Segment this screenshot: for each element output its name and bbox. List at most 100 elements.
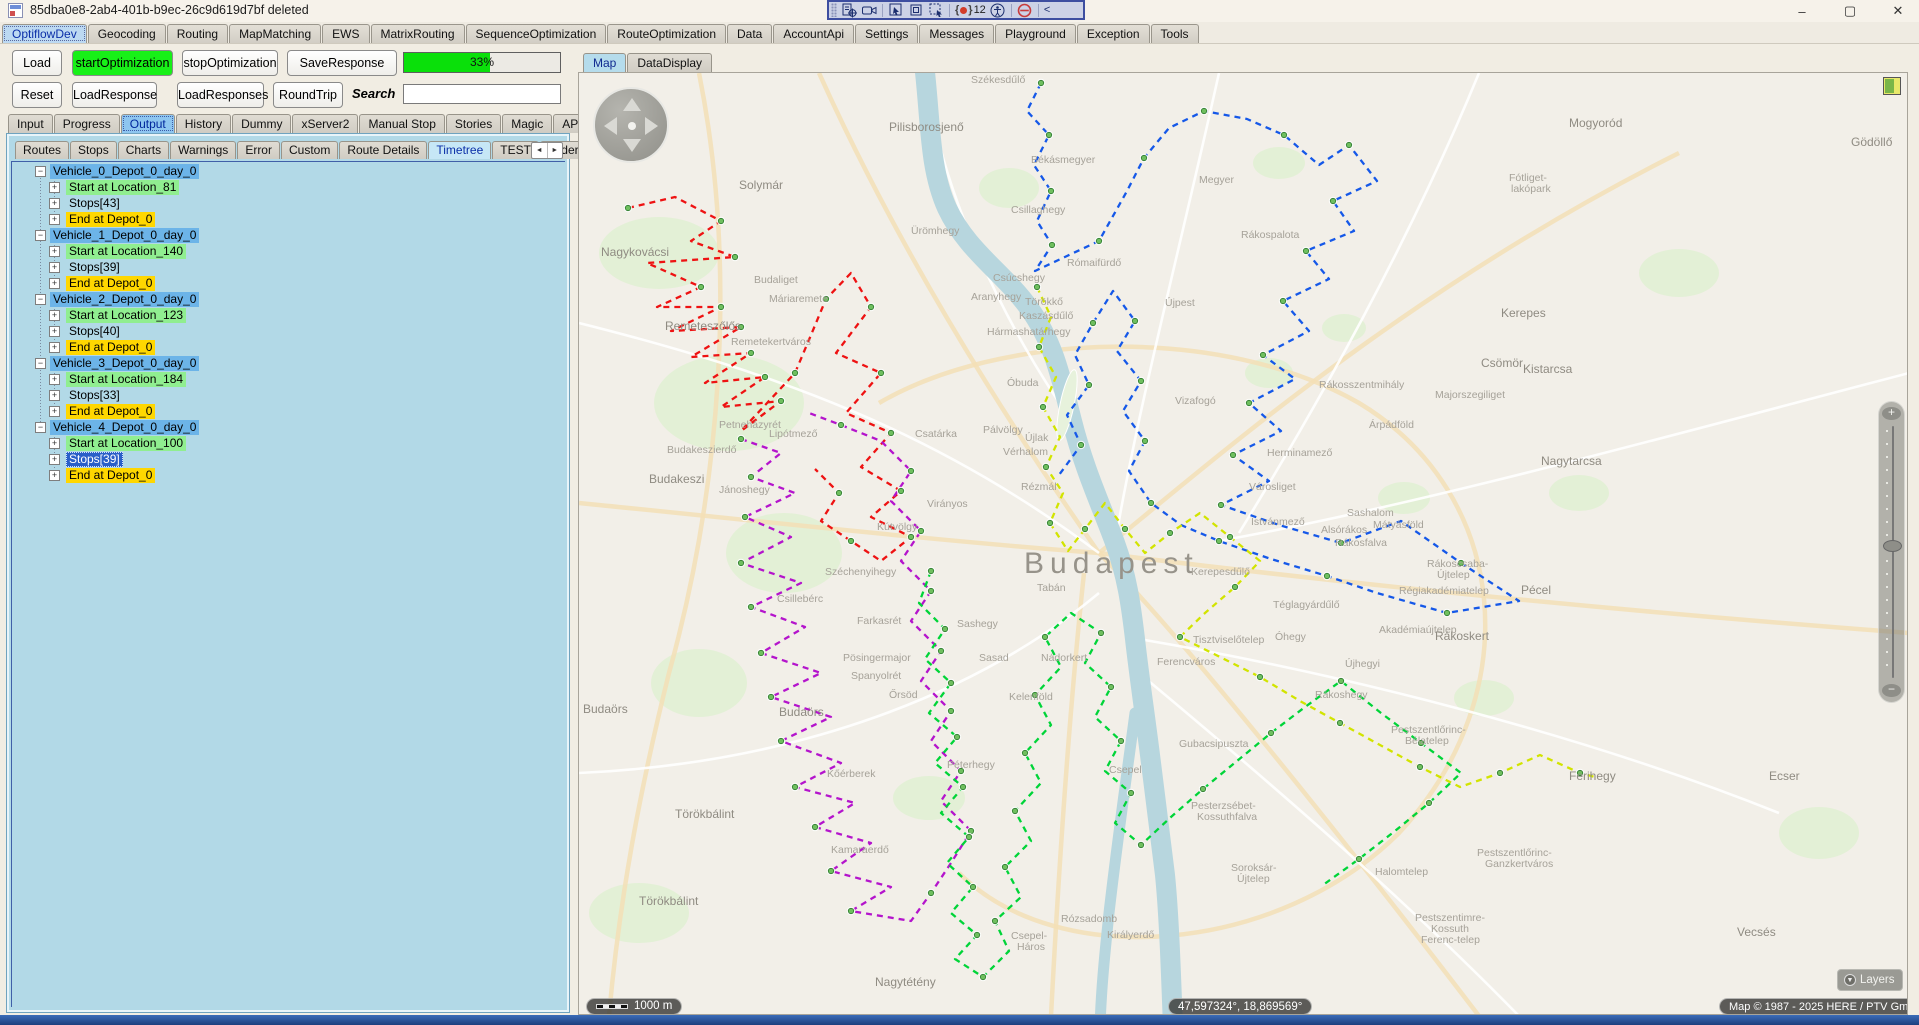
tab-scroll-right-button[interactable]: ► xyxy=(548,143,563,158)
pan-center-dot[interactable] xyxy=(628,122,636,130)
menu-tab-accountapi[interactable]: AccountApi xyxy=(773,24,855,43)
subtab-stops[interactable]: Stops xyxy=(70,141,117,159)
tree-node-start-at-location-184[interactable]: Start at Location_184 xyxy=(66,372,187,387)
load-responses-button[interactable]: LoadResponses xyxy=(177,82,268,108)
save-response-button[interactable]: SaveResponse xyxy=(287,50,397,76)
menu-tab-tools[interactable]: Tools xyxy=(1150,24,1199,43)
map-pan-control[interactable] xyxy=(593,87,669,163)
tree-expand-icon[interactable]: + xyxy=(49,342,60,353)
tree-expand-icon[interactable]: + xyxy=(49,278,60,289)
menu-tab-geocoding[interactable]: Geocoding xyxy=(87,24,166,43)
menu-tab-data[interactable]: Data xyxy=(727,24,773,43)
tree-collapse-icon[interactable]: − xyxy=(35,166,46,177)
menu-tab-routing[interactable]: Routing xyxy=(166,24,229,43)
map-tab-map[interactable]: Map xyxy=(583,53,627,72)
subtab-custom[interactable]: Custom xyxy=(280,141,339,159)
zoom-thumb[interactable] xyxy=(1883,540,1902,552)
tree-collapse-icon[interactable]: − xyxy=(35,294,46,305)
tree-expand-icon[interactable]: + xyxy=(49,406,60,417)
element-inspector-icon[interactable] xyxy=(841,3,857,18)
pan-up-arrow-icon[interactable] xyxy=(623,98,641,111)
menu-tab-playground[interactable]: Playground xyxy=(995,24,1076,43)
tree-node-end-at-depot-0[interactable]: End at Depot_0 xyxy=(66,468,156,483)
menu-tab-exception[interactable]: Exception xyxy=(1076,24,1150,43)
load-button[interactable]: Load xyxy=(12,50,62,76)
tree-collapse-icon[interactable]: − xyxy=(35,230,46,241)
select-element-icon[interactable] xyxy=(888,3,904,18)
tree-node-end-at-depot-0[interactable]: End at Depot_0 xyxy=(66,340,156,355)
maximize-button[interactable]: ▢ xyxy=(1839,3,1861,19)
menu-tab-matrixrouting[interactable]: MatrixRouting xyxy=(370,24,465,43)
map-view[interactable]: Budapest Székesdűlő Pilisborosjenő Mogyoród… xyxy=(578,72,1908,1015)
subtab-route-details[interactable]: Route Details xyxy=(339,141,428,159)
tree-expand-icon[interactable]: + xyxy=(49,262,60,273)
tab-magic[interactable]: Magic xyxy=(502,114,553,133)
tree-node-vehicle-0-depot-0-day-0[interactable]: Vehicle_0_Depot_0_day_0 xyxy=(50,164,200,179)
map-tab-datadisplay[interactable]: DataDisplay xyxy=(627,53,713,72)
tree-expand-icon[interactable]: + xyxy=(49,326,60,337)
stop-optimization-button[interactable]: stopOptimization xyxy=(182,50,278,76)
tree-node-vehicle-4-depot-0-day-0[interactable]: Vehicle_4_Depot_0_day_0 xyxy=(50,420,200,435)
minimize-button[interactable]: – xyxy=(1791,4,1813,19)
pan-left-arrow-icon[interactable] xyxy=(604,117,617,135)
tab-progress[interactable]: Progress xyxy=(53,114,120,133)
menu-tab-mapmatching[interactable]: MapMatching xyxy=(229,24,322,43)
tree-node-start-at-location-100[interactable]: Start at Location_100 xyxy=(66,436,187,451)
round-trip-button[interactable]: RoundTrip xyxy=(273,82,343,108)
tree-expand-icon[interactable]: + xyxy=(49,182,60,193)
tab-xserver2[interactable]: xServer2 xyxy=(292,114,359,133)
tree-expand-icon[interactable]: + xyxy=(49,310,60,321)
tree-node-vehicle-1-depot-0-day-0[interactable]: Vehicle_1_Depot_0_day_0 xyxy=(50,228,200,243)
tree-collapse-icon[interactable]: − xyxy=(35,358,46,369)
tree-node-start-at-location-81[interactable]: Start at Location_81 xyxy=(66,180,180,195)
map-zoom-slider[interactable]: + − xyxy=(1878,401,1905,703)
hot-reload-counter[interactable]: {} 12 xyxy=(955,4,986,16)
subtab-error[interactable]: Error xyxy=(237,141,280,159)
select-region-icon[interactable] xyxy=(928,3,944,18)
tree-expand-icon[interactable]: + xyxy=(49,198,60,209)
tree-collapse-icon[interactable]: − xyxy=(35,422,46,433)
subtab-timetree[interactable]: Timetree xyxy=(428,141,492,159)
menu-tab-sequenceoptimization[interactable]: SequenceOptimization xyxy=(465,24,607,43)
zoom-in-button[interactable]: + xyxy=(1882,406,1901,420)
close-button[interactable]: ✕ xyxy=(1887,3,1909,19)
subtab-warnings[interactable]: Warnings xyxy=(170,141,237,159)
tree-expand-icon[interactable]: + xyxy=(49,214,60,225)
zoom-out-button[interactable]: − xyxy=(1882,683,1901,697)
layers-button[interactable]: ▼ Layers xyxy=(1837,969,1903,991)
tree-node-stops-39[interactable]: Stops[39] xyxy=(66,452,123,467)
display-layout-icon[interactable] xyxy=(908,3,924,18)
tree-node-vehicle-3-depot-0-day-0[interactable]: Vehicle_3_Depot_0_day_0 xyxy=(50,356,200,371)
reset-button[interactable]: Reset xyxy=(12,82,62,108)
tab-history[interactable]: History xyxy=(175,114,232,133)
menu-tab-optiflowdev[interactable]: OptiflowDev xyxy=(2,24,87,43)
stop-blocked-icon[interactable] xyxy=(1017,3,1033,18)
tree-expand-icon[interactable]: + xyxy=(49,470,60,481)
tree-expand-icon[interactable]: + xyxy=(49,438,60,449)
tab-output[interactable]: Output xyxy=(120,114,175,133)
menu-tab-settings[interactable]: Settings xyxy=(855,24,919,43)
menu-tab-routeoptimization[interactable]: RouteOptimization xyxy=(607,24,726,43)
tree-node-start-at-location-140[interactable]: Start at Location_140 xyxy=(66,244,187,259)
tree-node-vehicle-2-depot-0-day-0[interactable]: Vehicle_2_Depot_0_day_0 xyxy=(50,292,200,307)
screen-record-icon[interactable] xyxy=(861,3,877,18)
pan-right-arrow-icon[interactable] xyxy=(645,117,658,135)
tree-expand-icon[interactable]: + xyxy=(49,246,60,257)
tree-node-stops-43[interactable]: Stops[43] xyxy=(66,196,123,211)
tree-expand-icon[interactable]: + xyxy=(49,390,60,401)
tab-manual-stop[interactable]: Manual Stop xyxy=(359,114,445,133)
accessibility-icon[interactable] xyxy=(990,3,1006,18)
menu-tab-ews[interactable]: EWS xyxy=(322,24,370,43)
subtab-charts[interactable]: Charts xyxy=(117,141,170,159)
subtab-routes[interactable]: Routes xyxy=(15,141,70,159)
toolbar-grip-icon[interactable] xyxy=(831,3,837,17)
menu-tab-messages[interactable]: Messages xyxy=(919,24,995,43)
tree-node-stops-33[interactable]: Stops[33] xyxy=(66,388,123,403)
tree-expand-icon[interactable]: + xyxy=(49,454,60,465)
tab-dummy[interactable]: Dummy xyxy=(232,114,292,133)
tree-node-start-at-location-123[interactable]: Start at Location_123 xyxy=(66,308,187,323)
load-response-button[interactable]: LoadResponse xyxy=(72,82,157,108)
tab-stories[interactable]: Stories xyxy=(445,114,502,133)
start-optimization-button[interactable]: startOptimization xyxy=(72,50,173,76)
tree-node-end-at-depot-0[interactable]: End at Depot_0 xyxy=(66,212,156,227)
